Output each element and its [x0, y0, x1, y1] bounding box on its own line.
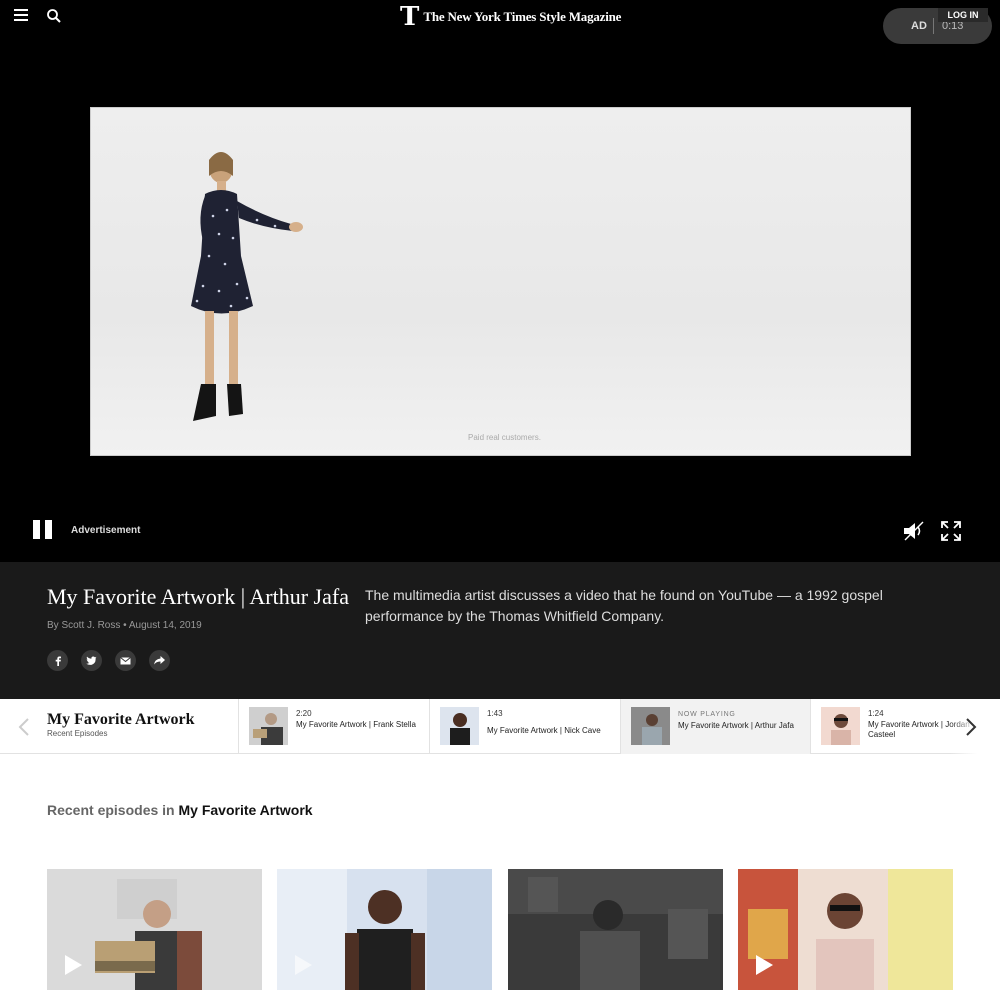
facebook-icon [55, 655, 61, 666]
episode-strip: My Favorite Artwork Recent Episodes 2:20… [0, 699, 1000, 754]
episode-thumbnail [631, 707, 670, 745]
pause-button[interactable] [33, 520, 53, 540]
video-title: My Favorite Artwork | Arthur Jafa [47, 584, 349, 609]
episode-item[interactable]: 1:43 My Favorite Artwork | Nick Cave [429, 699, 620, 754]
site-logo[interactable]: T The New York Times Style Magazine [400, 3, 621, 31]
volume-icon[interactable] [902, 520, 926, 542]
ad-video-figure [191, 152, 303, 421]
video-info: My Favorite Artwork | Arthur Jafa By Sco… [0, 562, 1000, 699]
email-share-button[interactable] [115, 650, 136, 671]
video-frame[interactable]: Paid real customers. [90, 107, 911, 456]
recent-heading-prefix: Recent episodes in [47, 802, 175, 818]
now-playing-label: NOW PLAYING [678, 711, 736, 718]
episode-item-now-playing[interactable]: NOW PLAYING My Favorite Artwork | Arthur… [620, 699, 810, 754]
episode-thumbnail [440, 707, 479, 745]
twitter-share-button[interactable] [81, 650, 102, 671]
video-player: Paid real customers. Advertisement [0, 52, 1000, 562]
episode-card-thumbnail [508, 869, 723, 990]
share-tools [47, 650, 170, 671]
series-subtitle: Recent Episodes [47, 729, 108, 738]
episode-title: My Favorite Artwork | Frank Stella [296, 720, 416, 729]
episode-title: My Favorite Artwork | Nick Cave [487, 726, 601, 735]
menu-icon[interactable] [14, 9, 28, 21]
advertisement-label: Advertisement [71, 525, 141, 536]
episode-duration: 1:43 [487, 709, 503, 718]
share-arrow-icon [154, 656, 165, 665]
play-icon [65, 955, 82, 975]
episode-duration: 1:24 [868, 709, 884, 718]
login-button[interactable]: LOG IN [938, 8, 988, 22]
email-icon [120, 656, 131, 664]
ad-disclaimer: Paid real customers. [468, 433, 541, 442]
twitter-icon [86, 655, 97, 665]
logo-text: The New York Times Style Magazine [423, 9, 622, 24]
episode-card[interactable] [738, 869, 953, 990]
series-title[interactable]: My Favorite Artwork [47, 711, 195, 729]
ad-label: AD [911, 20, 927, 32]
episode-card[interactable] [277, 869, 492, 990]
recent-episodes-heading: Recent episodes in My Favorite Artwork [47, 802, 313, 818]
chevron-left-icon[interactable] [17, 717, 31, 737]
byline: By Scott J. Ross • August 14, 2019 [47, 620, 202, 631]
episode-title: My Favorite Artwork | Arthur Jafa [678, 721, 794, 730]
episode-card[interactable] [508, 869, 723, 990]
episode-card[interactable] [47, 869, 262, 990]
episode-thumbnail [249, 707, 288, 745]
fullscreen-icon[interactable] [941, 521, 961, 541]
ad-divider [933, 18, 934, 34]
episode-thumbnail [821, 707, 860, 745]
t-logo-mark: T [400, 2, 420, 32]
facebook-share-button[interactable] [47, 650, 68, 671]
episode-duration: 2:20 [296, 709, 312, 718]
recent-heading-series-link[interactable]: My Favorite Artwork [178, 802, 312, 818]
play-icon [756, 955, 773, 975]
more-share-button[interactable] [149, 650, 170, 671]
chevron-right-icon[interactable] [964, 717, 978, 737]
video-description: The multimedia artist discusses a video … [365, 587, 883, 624]
search-icon[interactable] [46, 8, 62, 24]
top-bar: T The New York Times Style Magazine AD 0… [0, 0, 1000, 52]
play-icon [295, 955, 312, 975]
episode-item[interactable]: 2:20 My Favorite Artwork | Frank Stella [238, 699, 429, 754]
